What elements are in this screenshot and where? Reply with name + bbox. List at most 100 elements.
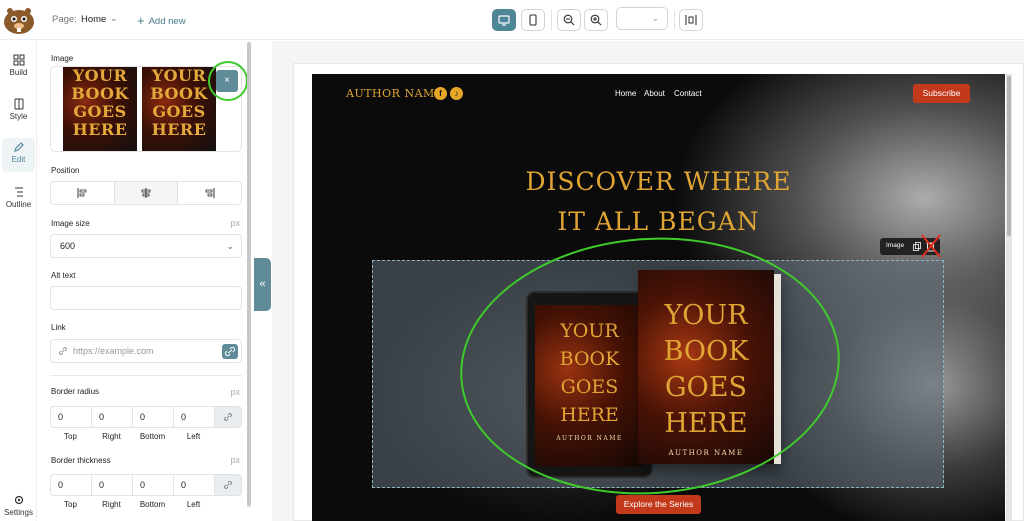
- link-icon: [224, 413, 232, 421]
- border-thickness-unit-select[interactable]: px: [230, 455, 240, 465]
- thumb-text: BOOK: [150, 84, 208, 103]
- panel-scrollbar[interactable]: [247, 42, 251, 508]
- side-label-right: Right: [102, 500, 121, 509]
- image-thumbnail-2: YOUR BOOK GOES HERE: [142, 66, 216, 151]
- subscribe-button[interactable]: Subscribe: [913, 84, 970, 103]
- thumb-text: GOES: [152, 102, 206, 121]
- thumb-text: YOUR: [72, 66, 128, 85]
- side-label-bottom: Bottom: [139, 432, 166, 441]
- nav-build-label: Build: [9, 68, 28, 77]
- link-input[interactable]: https://example.com: [50, 339, 242, 363]
- thumb-text: YOUR: [151, 66, 207, 85]
- mobile-view-button[interactable]: [521, 9, 545, 31]
- facebook-icon[interactable]: f: [434, 87, 447, 100]
- blocks-icon: [13, 54, 24, 66]
- position-label: Position: [51, 166, 80, 175]
- align-left-icon: [77, 188, 87, 198]
- border-radius-label: Border radius: [51, 387, 100, 396]
- border-thickness-bottom-input[interactable]: 0: [132, 474, 173, 496]
- link-label: Link: [51, 323, 66, 332]
- border-thickness-right-input[interactable]: 0: [91, 474, 132, 496]
- scrollbar-thumb[interactable]: [247, 42, 251, 506]
- nav-style-label: Style: [9, 112, 28, 121]
- border-radius-bottom-input[interactable]: 0: [132, 406, 173, 428]
- zoom-in-button[interactable]: [584, 9, 608, 31]
- align-left-button[interactable]: [51, 182, 115, 204]
- beaver-logo-icon[interactable]: [2, 4, 36, 36]
- thumb-text: HERE: [72, 120, 128, 139]
- border-radius-top-input[interactable]: 0: [50, 406, 91, 428]
- left-nav: Build Style Edit Outline Settings: [0, 41, 37, 521]
- border-thickness-side-labels: Top Right Bottom Left: [50, 500, 214, 509]
- nav-settings[interactable]: Settings: [2, 491, 35, 521]
- top-bar: Page: Home ⌄ + Add new ⌄: [0, 0, 1024, 40]
- border-thickness-top-input[interactable]: 0: [50, 474, 91, 496]
- image-size-value: 600: [60, 241, 76, 251]
- add-new-page-button[interactable]: + Add new: [137, 13, 186, 28]
- align-center-button[interactable]: [114, 182, 179, 204]
- align-right-button[interactable]: [178, 182, 241, 204]
- border-radius-unit-select[interactable]: px: [230, 387, 240, 397]
- thumb-text: BOOK: [71, 84, 129, 103]
- side-label-bottom: Bottom: [139, 500, 166, 509]
- phone-icon: [529, 14, 537, 26]
- side-label-right: Right: [102, 432, 121, 441]
- monitor-icon: [498, 14, 510, 26]
- hero-headline[interactable]: DISCOVER WHERE IT ALL BEGAN: [312, 162, 1005, 242]
- image-size-select[interactable]: 600 ⌄: [50, 234, 242, 258]
- link-placeholder: https://example.com: [73, 346, 154, 356]
- edit-panel: Image YOUR BOOK GOES HERE YOUR BOOK GOES…: [44, 46, 248, 521]
- side-label-left: Left: [186, 500, 201, 509]
- headline-line-1: DISCOVER WHERE: [525, 167, 792, 196]
- border-thickness-left-input[interactable]: 0: [173, 474, 214, 496]
- tiktok-icon[interactable]: ♪: [450, 87, 463, 100]
- pencil-icon: [13, 142, 24, 152]
- alt-text-label: Alt text: [51, 271, 76, 280]
- site-preview: AUTHOR NAME f ♪ Home About Contact Subsc…: [312, 74, 1005, 521]
- outline-list-icon: [14, 187, 23, 197]
- link-values-toggle[interactable]: [214, 406, 242, 428]
- headline-line-2: IT ALL BEGAN: [557, 207, 760, 236]
- border-radius-right-input[interactable]: 0: [91, 406, 132, 428]
- align-center-icon: [141, 188, 151, 198]
- border-thickness-inputs: 0 0 0 0: [50, 474, 242, 496]
- double-chevron-left-icon: «: [259, 278, 266, 290]
- image-size-label: Image size: [51, 219, 90, 228]
- page-label: Page:: [52, 14, 77, 25]
- alt-text-input[interactable]: [50, 286, 242, 310]
- link-values-toggle[interactable]: [214, 474, 242, 496]
- border-radius-left-input[interactable]: 0: [173, 406, 214, 428]
- zoom-out-icon: [563, 14, 575, 26]
- fit-width-button[interactable]: [679, 9, 703, 31]
- site-brand[interactable]: AUTHOR NAME: [346, 87, 443, 100]
- link-icon: [224, 481, 232, 489]
- nav-edit[interactable]: Edit: [2, 138, 35, 172]
- menu-item-home[interactable]: Home: [615, 89, 636, 98]
- desktop-view-button[interactable]: [492, 9, 516, 31]
- thumb-text: HERE: [151, 120, 207, 139]
- nav-outline[interactable]: Outline: [2, 183, 35, 217]
- menu-item-contact[interactable]: Contact: [674, 89, 702, 98]
- canvas-scrollbar[interactable]: [1006, 74, 1012, 521]
- side-label-top: Top: [64, 500, 77, 509]
- link-picker-button[interactable]: [222, 344, 238, 359]
- nav-build[interactable]: Build: [2, 51, 35, 85]
- thumb-text: GOES: [73, 102, 127, 121]
- page-select[interactable]: Home: [81, 14, 106, 25]
- zoom-out-button[interactable]: [557, 9, 581, 31]
- chevron-down-icon: ⌄: [226, 241, 234, 251]
- collapse-panel-button[interactable]: «: [254, 258, 271, 311]
- menu-item-about[interactable]: About: [644, 89, 665, 98]
- explore-series-button[interactable]: Explore the Series: [616, 495, 701, 514]
- border-radius-inputs: 0 0 0 0: [50, 406, 242, 428]
- scrollbar-thumb[interactable]: [1007, 76, 1011, 236]
- image-size-unit-select[interactable]: px: [230, 218, 240, 228]
- divider: [50, 375, 242, 376]
- image-label: Image: [51, 54, 74, 63]
- delete-cross-mark-icon: [921, 234, 941, 258]
- align-right-icon: [205, 188, 215, 198]
- nav-style[interactable]: Style: [2, 95, 35, 129]
- nav-edit-label: Edit: [11, 155, 26, 164]
- chevron-down-icon[interactable]: ⌄: [110, 13, 118, 24]
- zoom-level-select[interactable]: ⌄: [616, 7, 668, 30]
